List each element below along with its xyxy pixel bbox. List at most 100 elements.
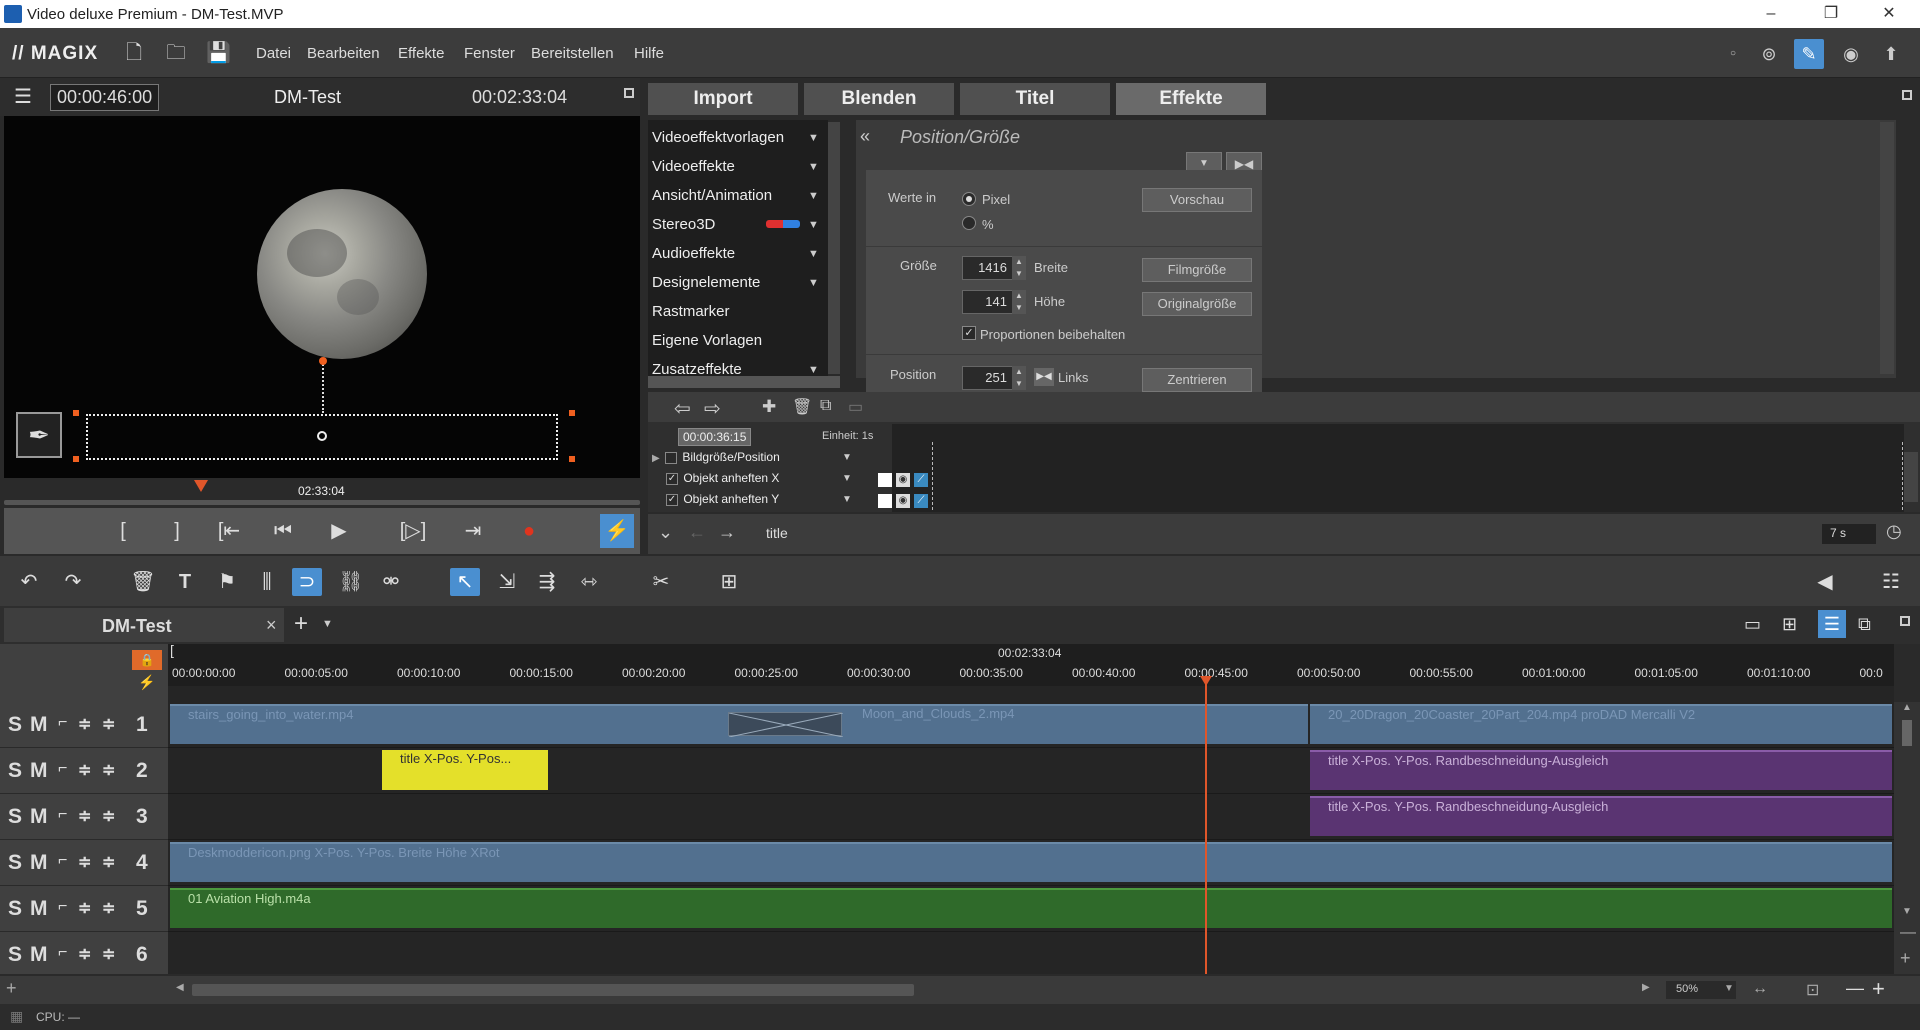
curve-icon[interactable]: ⟋ xyxy=(914,473,928,487)
maximize-button[interactable]: ❐ xyxy=(1808,2,1854,26)
image-clip-desk[interactable]: Deskmoddericon.png X-Pos. Y-Pos. Breite … xyxy=(170,842,1892,882)
track-volume-icon[interactable]: ≑ xyxy=(102,944,115,964)
skip-back-icon[interactable]: ⏮ xyxy=(268,518,298,544)
expand-down-icon[interactable]: ⌄ xyxy=(658,522,673,543)
mute-button[interactable]: M xyxy=(30,805,48,829)
dropdown-arrow-icon[interactable]: ▼ xyxy=(808,248,819,260)
play-icon[interactable]: ▶ xyxy=(324,518,354,544)
marker-icon[interactable]: ⚑ xyxy=(212,568,242,596)
category-item[interactable]: Videoeffekte xyxy=(652,158,735,175)
resize-handle[interactable] xyxy=(569,410,575,416)
delete-icon[interactable]: 🗑 xyxy=(128,568,158,596)
solo-button[interactable]: S xyxy=(8,713,22,737)
checkbox[interactable]: ✓ xyxy=(666,493,678,506)
redo-icon[interactable]: ↷ xyxy=(58,568,88,596)
dropdown-arrow-icon[interactable]: ▼ xyxy=(808,219,819,231)
center-point[interactable] xyxy=(317,431,327,441)
track-height-icon[interactable]: ≑ xyxy=(78,806,91,826)
timeline-view-icon[interactable]: ☰ xyxy=(1818,610,1846,638)
height-stepper[interactable]: ▲ ▼ xyxy=(1012,290,1026,314)
track-volume-icon[interactable]: ≑ xyxy=(102,898,115,918)
tab-effekte[interactable]: Effekte xyxy=(1116,83,1266,115)
select-track-icon[interactable]: ⇲ xyxy=(492,568,522,596)
film-size-button[interactable]: Filmgröße xyxy=(1142,258,1252,282)
menu-hilfe[interactable]: Hilfe xyxy=(634,45,664,62)
track-height-icon[interactable]: ≑ xyxy=(78,760,91,780)
track-lane-1[interactable]: stairs_going_into_water.mp4 Moon_and_Clo… xyxy=(168,702,1894,748)
track-lock-icon[interactable]: ⌐ xyxy=(58,898,67,916)
timeline-vscroll[interactable]: ▲ ▼ — + xyxy=(1894,702,1920,974)
solo-button[interactable]: S xyxy=(8,851,22,875)
track-lock-icon[interactable]: ⌐ xyxy=(58,852,67,870)
checkbox[interactable] xyxy=(665,451,678,464)
zoom-in-icon[interactable]: + xyxy=(1872,976,1885,1002)
out-point-icon[interactable]: ] xyxy=(162,518,192,544)
undo-icon[interactable]: ↶ xyxy=(14,568,44,596)
track-lane-3[interactable]: title X-Pos. Y-Pos. Randbeschneidung-Aus… xyxy=(168,794,1894,840)
color-swatch[interactable] xyxy=(878,473,892,487)
timeline-playhead[interactable] xyxy=(1205,676,1207,974)
keyframe-timeline[interactable] xyxy=(892,424,1904,512)
arrow-right-icon[interactable]: ⇨ xyxy=(704,396,721,421)
add-keyframe-icon[interactable]: ✚ xyxy=(762,397,776,417)
go-to-out-icon[interactable]: ⇥ xyxy=(458,518,488,544)
text-icon[interactable]: T xyxy=(170,568,200,596)
category-scrollbar[interactable] xyxy=(828,122,840,374)
mute-button[interactable]: M xyxy=(30,713,48,737)
prev-keyframe-icon[interactable]: ← xyxy=(688,522,706,543)
preview-scrollbar[interactable] xyxy=(4,500,640,505)
stretch-icon[interactable]: ⇿ xyxy=(574,568,604,596)
split-audio-icon[interactable]: ⫼ xyxy=(252,568,282,596)
category-item[interactable]: Designelemente xyxy=(652,274,760,291)
rotation-handle[interactable] xyxy=(319,357,327,365)
disc-icon[interactable]: ◉ xyxy=(1836,39,1866,69)
solo-button[interactable]: S xyxy=(8,759,22,783)
undock-icon[interactable] xyxy=(624,88,634,98)
cut-icon[interactable]: ✂ xyxy=(646,568,676,596)
resize-handle[interactable] xyxy=(73,456,79,462)
mixer-icon[interactable]: ☷ xyxy=(1876,568,1906,596)
menu-bearbeiten[interactable]: Bearbeiten xyxy=(307,45,380,62)
category-item[interactable]: Videoeffektvorlagen xyxy=(652,129,784,146)
category-item[interactable]: Audioeffekte xyxy=(652,245,735,262)
width-stepper[interactable]: ▲ ▼ xyxy=(1012,256,1026,280)
preview-ruler[interactable]: 02:33:04 xyxy=(4,478,640,506)
lightning-icon[interactable]: ⚡ xyxy=(600,514,634,548)
mute-button[interactable]: M xyxy=(30,851,48,875)
dropdown-arrow-icon[interactable]: ▼ xyxy=(808,132,819,144)
left-input[interactable]: 251 xyxy=(962,366,1014,390)
clock-icon[interactable]: ◷ xyxy=(1886,521,1902,542)
insert-icon[interactable]: ⊞ xyxy=(714,568,744,596)
collapse-icon[interactable]: « xyxy=(860,126,870,147)
mute-button[interactable]: M xyxy=(30,759,48,783)
keyframe-row[interactable]: ✓ Objekt anheften X ▼ ◉ ⟋ xyxy=(652,471,932,491)
track-lock-icon[interactable]: ⌐ xyxy=(58,944,67,962)
unlink-icon[interactable]: ⚮ xyxy=(376,568,406,596)
category-item[interactable]: Eigene Vorlagen xyxy=(652,332,762,349)
category-item[interactable]: Ansicht/Animation xyxy=(652,187,772,204)
keyframe-row[interactable]: ✓ Objekt anheften Y ▼ ◉ ⟋ xyxy=(652,492,932,512)
resize-handle[interactable] xyxy=(73,410,79,416)
close-tab-icon[interactable]: × xyxy=(266,615,277,636)
video-clip-dragon[interactable]: 20_20Dragon_20Coaster_20Part_204.mp4 pro… xyxy=(1310,704,1892,744)
track-volume-icon[interactable]: ≑ xyxy=(102,714,115,734)
category-item[interactable]: Rastmarker xyxy=(652,303,730,320)
storyboard-icon[interactable]: ⊞ xyxy=(1782,614,1804,634)
height-input[interactable]: 141 xyxy=(962,290,1014,314)
delete-icon[interactable]: 🗑 xyxy=(792,397,812,417)
track-volume-icon[interactable]: ≑ xyxy=(102,852,115,872)
zoom-out-icon[interactable]: — xyxy=(1846,978,1864,999)
multicam-icon[interactable]: ⧉ xyxy=(1858,614,1880,634)
menu-datei[interactable]: Datei xyxy=(256,45,291,62)
menu-effekte[interactable]: Effekte xyxy=(398,45,444,62)
title-clip-yellow[interactable]: title X-Pos. Y-Pos... xyxy=(382,750,548,790)
center-button[interactable]: Zentrieren xyxy=(1142,368,1252,392)
undock-icon[interactable] xyxy=(1900,616,1910,626)
track-volume-icon[interactable]: ≑ xyxy=(102,806,115,826)
next-keyframe-icon[interactable]: → xyxy=(718,522,736,543)
solo-button[interactable]: S xyxy=(8,805,22,829)
zoom-in-vertical-icon[interactable]: + xyxy=(1900,948,1911,969)
solo-button[interactable]: S xyxy=(8,897,22,921)
cd-icon[interactable]: ⊚ xyxy=(1754,39,1784,69)
checkbox[interactable]: ✓ xyxy=(666,472,678,485)
